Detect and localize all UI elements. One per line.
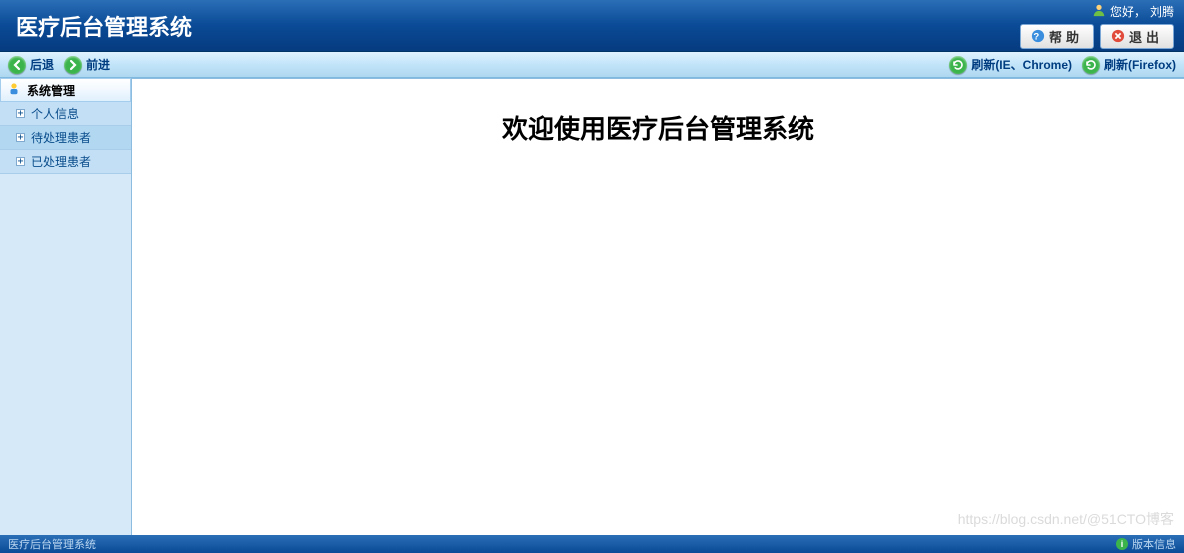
main-panel: 欢迎使用医疗后台管理系统 https://blog.csdn.net/@51CT…: [132, 78, 1184, 535]
plus-icon: +: [16, 109, 25, 118]
sidebar: 系统管理 + 个人信息 + 待处理患者 + 已处理患者: [0, 78, 132, 535]
sidebar-item-label: 已处理患者: [31, 153, 91, 170]
refresh-icon: [949, 56, 967, 74]
refresh-icon: [1082, 56, 1100, 74]
arrow-right-icon: [64, 56, 82, 74]
help-button[interactable]: ? 帮助: [1020, 24, 1094, 49]
welcome-heading: 欢迎使用医疗后台管理系统: [132, 109, 1184, 146]
body-area: 系统管理 + 个人信息 + 待处理患者 + 已处理患者 欢迎使用医疗后台管理系统…: [0, 78, 1184, 535]
nav-refresh-ie-label: 刷新(IE、Chrome): [971, 56, 1072, 73]
nav-refresh-ie[interactable]: 刷新(IE、Chrome): [949, 56, 1072, 74]
nav-refresh-ff[interactable]: 刷新(Firefox): [1082, 56, 1176, 74]
user-greeting: 您好，刘腾: [1092, 3, 1174, 20]
sidebar-header-label: 系统管理: [27, 82, 75, 99]
person-icon: [7, 82, 21, 99]
nav-refresh-ff-label: 刷新(Firefox): [1104, 56, 1176, 73]
plus-icon: +: [16, 133, 25, 142]
plus-icon: +: [16, 157, 25, 166]
username: 刘腾: [1150, 3, 1174, 20]
exit-label: 退出: [1129, 27, 1163, 46]
nav-back-label: 后退: [30, 56, 54, 73]
watermark: https://blog.csdn.net/@51CTO博客: [958, 509, 1174, 529]
nav-right: 刷新(IE、Chrome) 刷新(Firefox): [949, 56, 1176, 74]
sidebar-item-processed-patients[interactable]: + 已处理患者: [0, 150, 131, 174]
footer-version[interactable]: i 版本信息: [1116, 536, 1176, 552]
sidebar-item-pending-patients[interactable]: + 待处理患者: [0, 126, 131, 150]
exit-button[interactable]: 退出: [1100, 24, 1174, 49]
help-label: 帮助: [1049, 27, 1083, 46]
arrow-left-icon: [8, 56, 26, 74]
sidebar-item-label: 待处理患者: [31, 129, 91, 146]
help-icon: ?: [1031, 29, 1045, 43]
sidebar-item-personal-info[interactable]: + 个人信息: [0, 102, 131, 126]
nav-left: 后退 前进: [8, 56, 110, 74]
greeting-prefix: 您好，: [1110, 3, 1146, 20]
sidebar-item-label: 个人信息: [31, 105, 79, 122]
footer-version-label: 版本信息: [1132, 536, 1176, 552]
exit-icon: [1111, 29, 1125, 43]
nav-bar: 后退 前进 刷新(IE、Chrome) 刷新(Firefox): [0, 52, 1184, 78]
header-right: 您好，刘腾 ? 帮助 退出: [1020, 3, 1174, 49]
header-buttons: ? 帮助 退出: [1020, 24, 1174, 49]
user-icon: [1092, 3, 1106, 20]
footer-left: 医疗后台管理系统: [8, 536, 96, 552]
info-icon: i: [1116, 538, 1128, 550]
app-header: 医疗后台管理系统 您好，刘腾 ? 帮助 退出: [0, 0, 1184, 52]
sidebar-header[interactable]: 系统管理: [0, 78, 131, 102]
nav-forward-label: 前进: [86, 56, 110, 73]
app-title: 医疗后台管理系统: [16, 10, 192, 42]
svg-text:?: ?: [1033, 32, 1042, 43]
footer: 医疗后台管理系统 i 版本信息: [0, 535, 1184, 553]
nav-forward[interactable]: 前进: [64, 56, 110, 74]
nav-back[interactable]: 后退: [8, 56, 54, 74]
